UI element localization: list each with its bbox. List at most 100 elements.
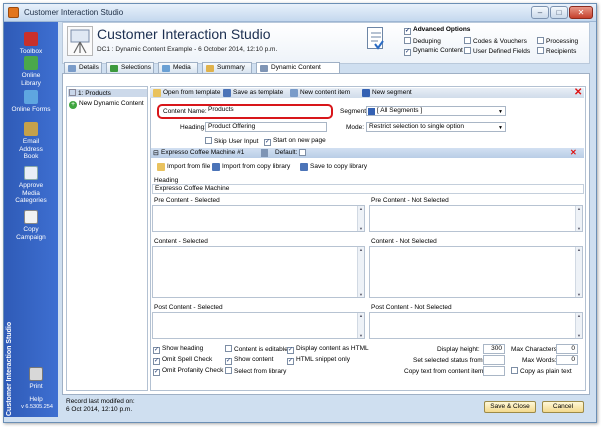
tab-summary[interactable]: Summary [202,62,252,73]
set-selected-status-input[interactable] [483,355,505,365]
show-heading-checkbox[interactable]: ✓ [153,347,160,354]
mode-label: Mode: [346,124,365,131]
default-checkbox[interactable] [299,149,306,156]
start-new-page-checkbox[interactable]: ✓ [264,139,271,146]
sidebar-item-online-library[interactable]: Online Library [4,56,58,87]
recipients-checkbox[interactable] [537,47,544,54]
tree-item-new-dynamic-content[interactable]: + New Dynamic Content [69,100,144,109]
omit-profanity-check-option[interactable]: ✓ Omit Profanity Check [153,367,223,376]
option-processing[interactable]: Processing [537,37,578,45]
start-new-page-option[interactable]: ✓ Start on new page [264,137,326,146]
select-from-library-option[interactable]: Select from library [225,367,286,375]
copy-text-from-input[interactable] [483,366,505,376]
max-words-input[interactable]: 0 [556,355,578,365]
import-file-button[interactable]: Import from file [156,162,210,172]
tab-details[interactable]: Details [64,62,102,73]
display-as-html-checkbox[interactable]: ✓ [287,347,294,354]
pre-selected-editor[interactable] [152,205,365,232]
studio-logo-icon [67,26,93,56]
heading-label: Heading: [180,124,207,131]
status-bar: Record last modifed on: 6 Oct 2014, 12:1… [62,396,590,419]
scrollbar[interactable] [357,247,364,297]
remove-item-icon[interactable]: ✕ [570,148,577,158]
display-height-input[interactable]: 300 [483,344,505,354]
scrollbar[interactable] [357,313,364,338]
open-template-button[interactable]: Open from template [152,88,220,98]
processing-checkbox[interactable] [537,37,544,44]
content-selected-editor[interactable] [152,246,365,298]
html-snippet-only-option[interactable]: ✓ HTML snippet only [287,356,350,365]
content-editable-checkbox[interactable] [225,345,232,352]
user-defined-fields-checkbox[interactable] [464,47,471,54]
new-segment-button[interactable]: New segment [361,88,412,98]
show-content-option[interactable]: ✓ Show content [225,356,273,365]
option-recipients[interactable]: Recipients [537,47,576,55]
cancel-button[interactable]: Cancel [542,401,584,413]
omit-spell-check-checkbox[interactable]: ✓ [153,358,160,365]
save-close-button[interactable]: Save & Close [484,401,536,413]
option-dynamic-content[interactable]: ✓ Dynamic Content [404,47,463,56]
scrollbar[interactable] [575,247,582,297]
show-content-checkbox[interactable]: ✓ [225,358,232,365]
select-from-library-checkbox[interactable] [225,367,232,374]
window-title: Customer Interaction Studio [24,8,124,17]
display-as-html-option[interactable]: ✓ Display content as HTML [287,345,369,354]
sidebar-item-copy-campaign[interactable]: Copy Campaign [4,210,58,241]
document-icon [69,89,76,96]
option-codes-vouchers[interactable]: Codes & Vouchers [464,37,527,45]
tab-media[interactable]: Media [158,62,198,73]
print-icon [29,367,43,381]
tree-item-products[interactable]: 1: Products [68,89,147,97]
content-not-selected-editor[interactable] [369,246,583,298]
save-template-button[interactable]: Save as template [222,88,283,98]
sidebar-item-help[interactable]: Help [16,396,56,404]
omit-profanity-check-checkbox[interactable]: ✓ [153,369,160,376]
item-heading-input[interactable]: Expresso Coffee Machine [152,184,584,194]
option-user-defined-fields[interactable]: User Defined Fields [464,47,530,55]
dynamic-content-checkbox[interactable]: ✓ [404,49,411,56]
online-library-icon [24,56,38,70]
sidebar-item-address-book[interactable]: Email Address Book [4,122,58,161]
collapse-icon[interactable]: ⊟ [153,149,159,159]
tab-selections[interactable]: Selections [106,62,154,73]
post-selected-editor[interactable] [152,312,365,339]
maximize-button[interactable]: □ [550,6,568,19]
max-characters-input[interactable]: 0 [556,344,578,354]
last-modified-label: Record last modifed on: [66,398,135,405]
option-deduping[interactable]: Deduping [404,37,441,45]
pre-not-selected-editor[interactable] [369,205,583,232]
import-icon [157,163,165,171]
copy-plain-text-checkbox[interactable] [511,367,518,374]
deduping-checkbox[interactable] [404,37,411,44]
scrollbar[interactable] [357,206,364,231]
close-button[interactable]: ✕ [569,6,593,19]
sidebar-item-toolbox[interactable]: Toolbox [4,32,58,56]
save-library-button[interactable]: Save to copy library [299,162,367,172]
content-editable-option[interactable]: Content is editable [225,345,288,353]
codes-vouchers-checkbox[interactable] [464,37,471,44]
skip-user-input-checkbox[interactable] [205,137,212,144]
omit-spell-check-option[interactable]: ✓ Omit Spell Check [153,356,212,365]
sidebar-item-online-forms[interactable]: Online Forms [4,90,58,114]
advanced-options-checkbox[interactable]: ✓ [404,28,411,35]
sidebar-item-print[interactable]: Print [16,367,56,391]
content-item-header[interactable]: ⊟ Expresso Coffee Machine #1 Default: ✕ [151,148,584,158]
post-not-selected-editor[interactable] [369,312,583,339]
show-heading-option[interactable]: ✓ Show heading [153,345,203,354]
heading-input[interactable]: Product Offering [205,122,327,132]
toolbox-icon [24,32,38,46]
new-content-item-button[interactable]: New content item [289,88,350,98]
scrollbar[interactable] [575,206,582,231]
copy-plain-text-option[interactable]: Copy as plain text [511,367,572,375]
segment-select[interactable]: [ All Segments ] ▼ [366,106,506,116]
import-library-button[interactable]: Import from copy library [211,162,290,172]
html-snippet-only-checkbox[interactable]: ✓ [287,358,294,365]
content-not-selected-label: Content - Not Selected [371,238,437,245]
skip-user-input-option[interactable]: Skip User Input [205,137,258,145]
minimize-button[interactable]: – [531,6,549,19]
approve-media-icon [24,166,38,180]
mode-select[interactable]: Restrict selection to single option ▼ [366,122,506,132]
sidebar-item-approve-media[interactable]: Approve Media Categories [4,166,58,205]
delete-content-icon[interactable]: ✕ [574,88,582,98]
scrollbar[interactable] [575,313,582,338]
